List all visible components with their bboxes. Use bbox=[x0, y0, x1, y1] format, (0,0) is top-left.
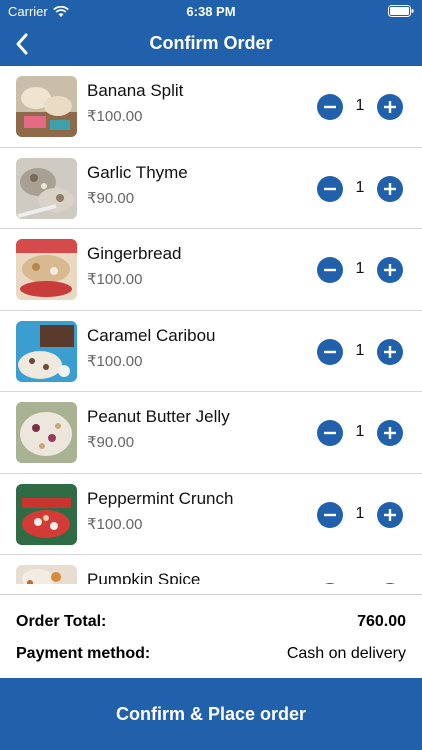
item-name: Gingerbread bbox=[87, 244, 182, 263]
item-name: Garlic Thyme bbox=[87, 162, 188, 182]
item-thumbnail bbox=[16, 239, 77, 300]
order-item-row: Banana Split ₹100.00 1 bbox=[0, 66, 422, 148]
increase-quantity-button[interactable] bbox=[377, 94, 403, 120]
minus-icon bbox=[324, 513, 336, 516]
order-total-label: Order Total: bbox=[16, 613, 107, 630]
decrease-quantity-button[interactable] bbox=[317, 338, 343, 365]
quantity-value: 1 bbox=[355, 341, 365, 359]
quantity-value: 1 bbox=[355, 504, 365, 522]
decrease-quantity-button[interactable] bbox=[317, 583, 343, 584]
item-thumbnail bbox=[16, 76, 77, 137]
order-item-list[interactable]: Banana Split ₹100.00 1 Garlic Thyme ₹90.… bbox=[0, 66, 422, 584]
order-summary: Order Total: 760.00 Payment method: Cash… bbox=[0, 594, 422, 678]
increase-quantity-button[interactable] bbox=[377, 175, 403, 202]
plus-icon bbox=[377, 583, 403, 584]
decrease-quantity-button[interactable] bbox=[317, 420, 343, 446]
minus-icon bbox=[324, 350, 336, 353]
plus-icon bbox=[384, 345, 396, 358]
minus-icon bbox=[324, 105, 336, 109]
increase-quantity-button[interactable] bbox=[377, 583, 403, 584]
status-time: 6:38 PM bbox=[186, 4, 236, 19]
item-price: ₹90.00 bbox=[87, 189, 135, 207]
item-thumbnail bbox=[16, 157, 77, 219]
quantity-value: 1 bbox=[355, 97, 365, 114]
page-title: Confirm Order bbox=[149, 33, 273, 53]
increase-quantity-button[interactable] bbox=[377, 338, 403, 365]
order-item-row: Peppermint Crunch ₹100.00 1 bbox=[0, 474, 422, 555]
quantity-value: 1 bbox=[355, 423, 365, 440]
decrease-quantity-button[interactable] bbox=[317, 94, 343, 120]
minus-icon bbox=[324, 187, 336, 190]
item-thumbnail bbox=[16, 320, 77, 382]
quantity-value: 1 bbox=[355, 178, 365, 196]
nav-bar: Confirm Order bbox=[0, 22, 422, 66]
order-item-row: Gingerbread ₹100.00 1 bbox=[0, 229, 422, 311]
decrease-quantity-button[interactable] bbox=[317, 175, 343, 202]
item-price: ₹90.00 bbox=[87, 434, 135, 451]
header: Carrier 6:38 PM Confirm Order bbox=[0, 0, 422, 66]
plus-icon bbox=[384, 101, 396, 113]
order-item-row: Garlic Thyme ₹90.00 1 bbox=[0, 148, 422, 229]
battery-icon bbox=[388, 5, 414, 17]
order-item-row: Pumpkin Spice bbox=[0, 555, 422, 584]
minus-icon bbox=[324, 268, 336, 272]
plus-icon bbox=[384, 427, 396, 439]
item-thumbnail bbox=[16, 402, 77, 463]
order-item-row: Peanut Butter Jelly ₹90.00 1 bbox=[0, 392, 422, 474]
confirm-place-order-button[interactable]: Confirm & Place order bbox=[0, 678, 422, 750]
item-name: Caramel Caribou bbox=[87, 325, 216, 345]
order-item-row: Caramel Caribou ₹100.00 1 bbox=[0, 311, 422, 392]
plus-icon bbox=[384, 264, 396, 276]
item-price: ₹100.00 bbox=[87, 515, 143, 533]
item-thumbnail bbox=[16, 565, 77, 584]
increase-quantity-button[interactable] bbox=[377, 420, 403, 446]
item-name: Banana Split bbox=[87, 81, 184, 100]
minus-icon bbox=[324, 431, 336, 435]
decrease-quantity-button[interactable] bbox=[317, 257, 343, 283]
item-price: ₹100.00 bbox=[87, 108, 143, 125]
plus-icon bbox=[384, 508, 396, 521]
item-price: ₹100.00 bbox=[87, 352, 143, 370]
minus-icon bbox=[317, 583, 343, 584]
item-price: ₹100.00 bbox=[87, 271, 143, 288]
payment-method-value: Cash on delivery bbox=[286, 645, 406, 662]
item-name: Peppermint Crunch bbox=[87, 488, 234, 508]
payment-method-label: Payment method: bbox=[16, 645, 151, 662]
status-bar: Carrier 6:38 PM bbox=[0, 0, 422, 22]
decrease-quantity-button[interactable] bbox=[317, 501, 343, 528]
item-name: Peanut Butter Jelly bbox=[87, 407, 230, 426]
increase-quantity-button[interactable] bbox=[377, 257, 403, 283]
item-thumbnail bbox=[16, 483, 77, 545]
order-total-value: 760.00 bbox=[357, 613, 406, 630]
item-name: Pumpkin Spice bbox=[87, 570, 201, 584]
quantity-value: 1 bbox=[355, 260, 365, 277]
plus-icon bbox=[384, 182, 396, 195]
increase-quantity-button[interactable] bbox=[377, 501, 403, 528]
